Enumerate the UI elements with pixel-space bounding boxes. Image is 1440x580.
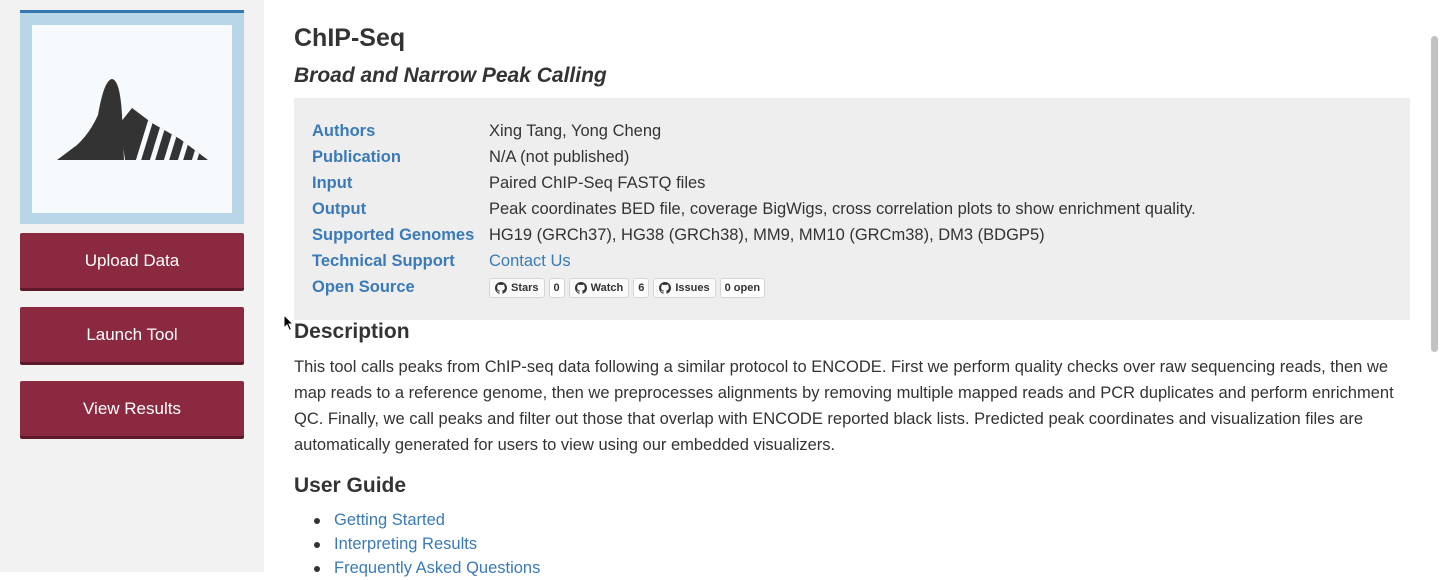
- meta-label: Open Source: [312, 278, 415, 296]
- issues-count[interactable]: 0 open: [719, 278, 766, 298]
- meta-label: Technical Support: [312, 252, 455, 270]
- github-issues-button[interactable]: Issues: [653, 278, 716, 298]
- list-item: Interpreting Results: [294, 532, 540, 556]
- upload-data-button[interactable]: Upload Data: [20, 233, 244, 291]
- bullet: [314, 566, 320, 572]
- launch-tool-button[interactable]: Launch Tool: [20, 307, 244, 365]
- list-item: Getting Started: [294, 508, 540, 532]
- page-title: ChIP-Seq: [294, 24, 406, 52]
- github-stars-button[interactable]: Stars: [489, 278, 545, 298]
- github-icon: [495, 282, 507, 294]
- peak-logo-icon: [57, 79, 208, 160]
- meta-value: Peak coordinates BED file, coverage BigW…: [489, 200, 1196, 218]
- user-guide-list: Getting Started Interpreting Results Fre…: [294, 508, 540, 580]
- watch-count[interactable]: 6: [633, 278, 650, 298]
- list-item: Frequently Asked Questions: [294, 556, 540, 580]
- meta-value: N/A (not published): [489, 148, 630, 166]
- vertical-scrollbar[interactable]: [1431, 36, 1438, 352]
- getting-started-link[interactable]: Getting Started: [334, 511, 445, 529]
- tool-logo: [32, 25, 232, 213]
- bullet: [314, 518, 320, 524]
- github-icon: [574, 282, 587, 294]
- badge-label: Issues: [675, 282, 710, 294]
- description-heading: Description: [294, 320, 410, 343]
- contact-us-link[interactable]: Contact Us: [489, 248, 571, 274]
- user-guide-heading: User Guide: [294, 474, 407, 497]
- meta-label: Output: [312, 200, 367, 218]
- view-results-button[interactable]: View Results: [20, 381, 244, 439]
- tool-metadata-panel: Authors Xing Tang, Yong Cheng Publicatio…: [294, 98, 1410, 320]
- stars-count[interactable]: 0: [548, 278, 565, 298]
- github-watch-button[interactable]: Watch: [568, 278, 630, 298]
- faq-link[interactable]: Frequently Asked Questions: [334, 559, 540, 577]
- meta-value: HG19 (GRCh37), HG38 (GRCh38), MM9, MM10 …: [489, 226, 1045, 244]
- description-text: This tool calls peaks from ChIP-seq data…: [294, 358, 1394, 454]
- badge-label: Watch: [590, 282, 624, 294]
- tool-logo-frame: [20, 10, 244, 224]
- github-icon: [659, 282, 672, 294]
- bullet: [314, 542, 320, 548]
- mouse-cursor-icon: [283, 314, 295, 332]
- github-badges: Stars 0 Watch 6 Issues 0 open: [489, 278, 766, 298]
- sidebar: Upload Data Launch Tool View Results: [0, 0, 264, 572]
- interpreting-results-link[interactable]: Interpreting Results: [334, 535, 477, 553]
- meta-label: Publication: [312, 148, 401, 166]
- page-subtitle: Broad and Narrow Peak Calling: [294, 64, 607, 87]
- meta-value: Xing Tang, Yong Cheng: [489, 122, 662, 140]
- badge-label: Stars: [511, 282, 539, 294]
- meta-label: Authors: [312, 122, 376, 140]
- meta-value: Paired ChIP-Seq FASTQ files: [489, 174, 706, 192]
- meta-label: Supported Genomes: [312, 226, 475, 244]
- meta-label: Input: [312, 174, 353, 192]
